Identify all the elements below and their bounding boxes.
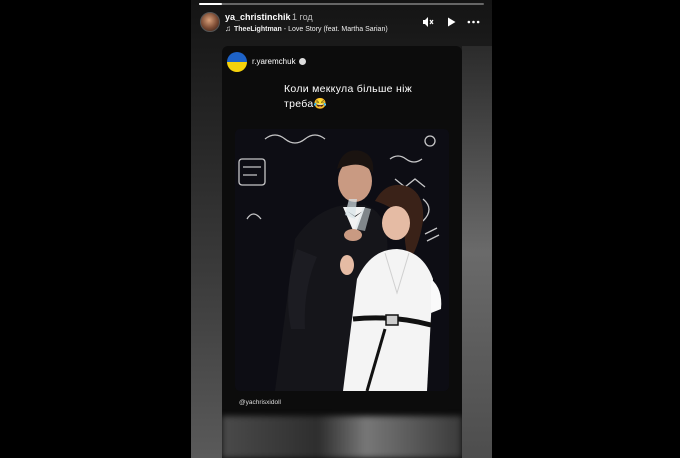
story-progress-fill [199, 3, 222, 5]
avatar[interactable] [200, 12, 220, 32]
author-avatar-flag[interactable] [227, 52, 247, 72]
couple-photo [235, 129, 449, 391]
music-info[interactable]: ♫ TheeLightman - Love Story (feat. Martha… [225, 24, 388, 33]
more-icon[interactable] [467, 15, 480, 28]
music-artist: TheeLightman [234, 26, 282, 33]
story-progress-bar [199, 3, 484, 5]
story-controls [421, 15, 480, 28]
blurred-background [222, 416, 462, 458]
mute-icon[interactable] [421, 15, 434, 28]
story-username[interactable]: ya_christinchik [225, 12, 291, 22]
card-caption: Коли меккула більше ніж треба😂 [284, 83, 413, 110]
play-icon[interactable] [444, 15, 457, 28]
next-story-preview[interactable] [462, 46, 492, 458]
stage: ya_christinchik 1 год ♫ TheeLightman - Lo… [0, 0, 680, 458]
reshared-post-card[interactable]: r.yaremchuk Коли меккула більше ніж треб… [222, 46, 462, 458]
card-author[interactable]: r.yaremchuk [252, 57, 306, 66]
verified-icon [298, 58, 306, 66]
music-note-icon: ♫ [225, 24, 231, 33]
story-header: ya_christinchik 1 год ♫ TheeLightman - Lo… [199, 11, 484, 35]
music-title: - Love Story (feat. Martha Sarian) [281, 26, 388, 33]
mention-tag[interactable]: @yachrisxidoll [239, 399, 281, 406]
story-time: 1 год [292, 12, 313, 22]
